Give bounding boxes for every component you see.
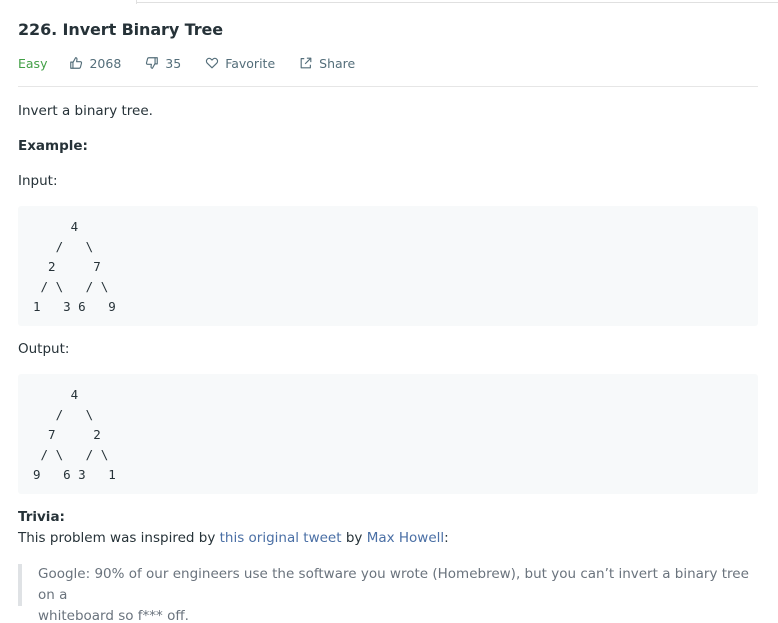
example-heading: Example: [18, 138, 88, 154]
heart-icon [206, 57, 219, 69]
difficulty-badge: Easy [18, 55, 48, 71]
share-label: Share [319, 55, 356, 71]
input-code-block: 4 / \ 2 7 / \ / \ 1 3 6 9 [18, 206, 758, 326]
output-tree: 4 / \ 7 2 / \ / \ 9 6 3 1 [33, 387, 116, 482]
meta-divider [18, 86, 758, 87]
like-count: 2068 [89, 55, 122, 71]
share-icon [300, 57, 312, 69]
output-label: Output: [18, 341, 70, 357]
tweet-quote: Google: 90% of our engineers use the sof… [18, 564, 758, 623]
thumbs-up-icon [70, 57, 83, 69]
like-button[interactable]: 2068 [69, 56, 121, 71]
problem-meta-row: Easy 2068 35 Favorite Share [18, 54, 379, 72]
problem-intro: Invert a binary tree. [18, 103, 153, 119]
trivia-heading: Trivia: [18, 509, 65, 525]
input-tree: 4 / \ 2 7 / \ / \ 1 3 6 9 [33, 219, 116, 314]
trivia-text: This problem was inspired by this origin… [18, 530, 449, 546]
max-howell-link[interactable]: Max Howell [367, 530, 444, 546]
problem-title: 226. Invert Binary Tree [18, 20, 223, 39]
trivia-middle: by [341, 530, 367, 546]
input-label: Input: [18, 173, 58, 189]
trivia-suffix: : [444, 530, 449, 546]
quote-line-1: Google: 90% of our engineers use the sof… [38, 566, 749, 603]
output-code-block: 4 / \ 7 2 / \ / \ 9 6 3 1 [18, 374, 758, 494]
thumbs-down-icon [146, 57, 159, 69]
original-tweet-link[interactable]: this original tweet [220, 530, 342, 546]
tab-bar-border [137, 0, 778, 3]
dislike-button[interactable]: 35 [145, 56, 181, 71]
favorite-button[interactable]: Favorite [205, 56, 275, 71]
dislike-count: 35 [165, 55, 182, 71]
quote-line-2: whiteboard so f*** off. [38, 608, 189, 623]
favorite-label: Favorite [225, 55, 276, 71]
trivia-prefix: This problem was inspired by [18, 530, 220, 546]
share-button[interactable]: Share [299, 56, 355, 71]
problem-page: 226. Invert Binary Tree Easy 2068 35 Fav… [0, 0, 778, 623]
